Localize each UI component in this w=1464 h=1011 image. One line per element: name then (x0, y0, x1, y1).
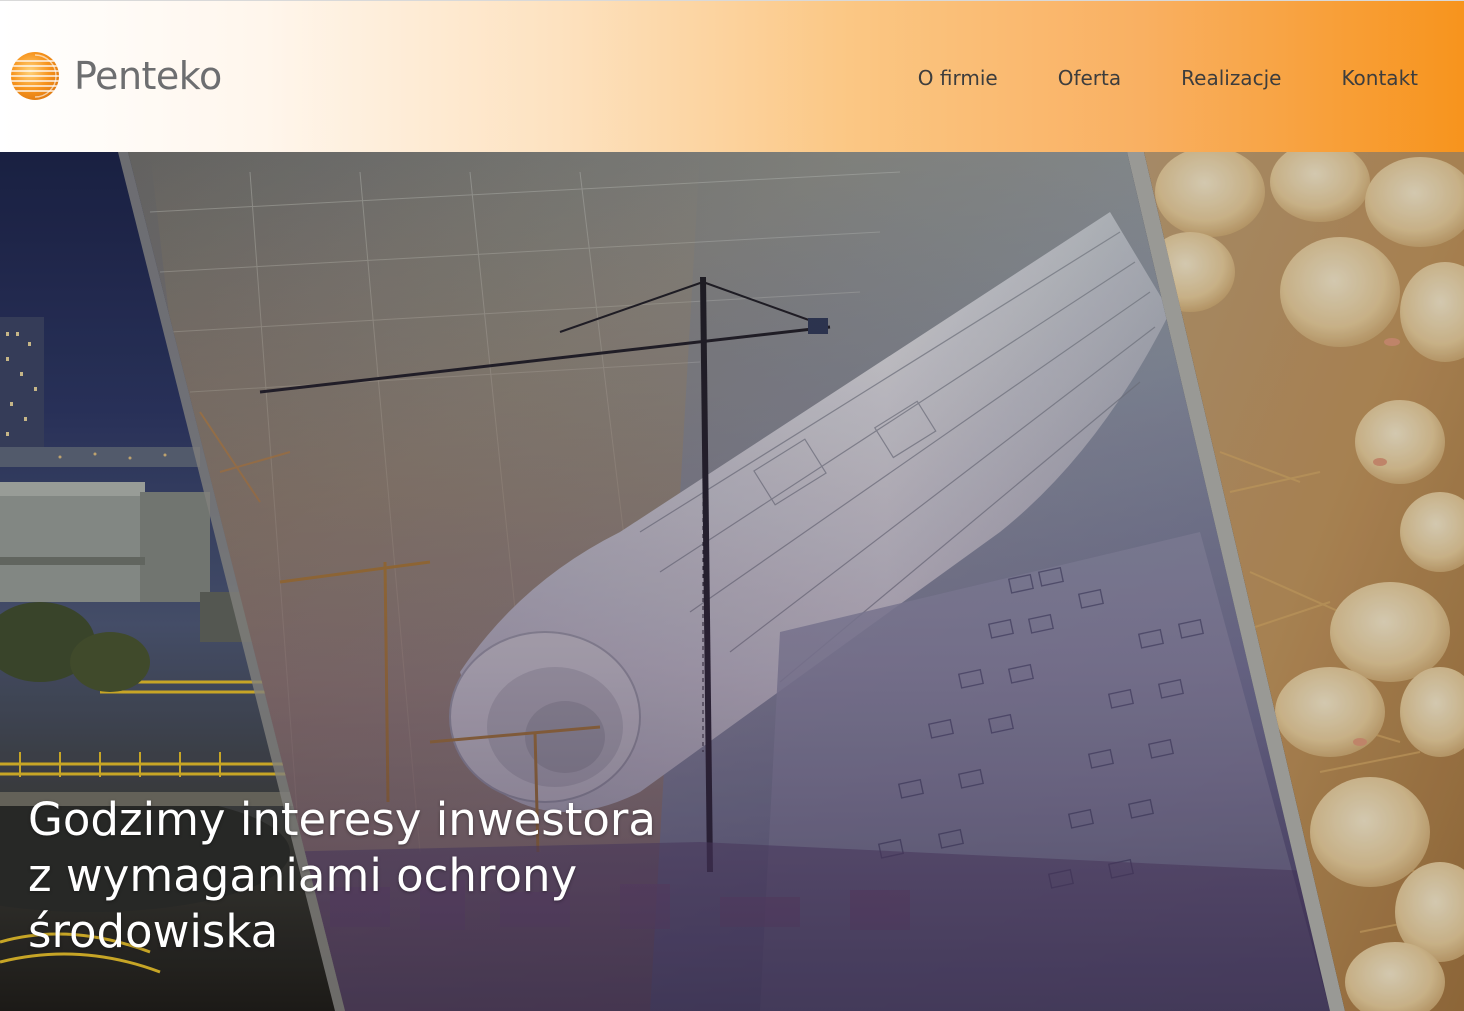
hero-headline: Godzimy interesy inwestora z wymaganiami… (28, 792, 788, 960)
hero-headline-line-2: z wymaganiami ochrony (28, 849, 578, 902)
nav-item-realizacje[interactable]: Realizacje (1181, 61, 1281, 95)
logo-link[interactable]: Penteko (10, 49, 222, 103)
hero-headline-line-1: Godzimy interesy inwestora (28, 793, 657, 846)
logo-sun-icon (11, 52, 59, 100)
nav-item-kontakt[interactable]: Kontakt (1341, 61, 1418, 95)
hero-banner: Godzimy interesy inwestora z wymaganiami… (0, 152, 1464, 1011)
main-nav: O firmie Oferta Realizacje Kontakt (918, 61, 1418, 95)
nav-item-o-firmie[interactable]: O firmie (918, 61, 998, 95)
site-header: Penteko O firmie Oferta Realizacje Konta… (0, 0, 1464, 152)
nav-item-oferta[interactable]: Oferta (1058, 61, 1121, 95)
hero-headline-line-3: środowiska (28, 905, 279, 958)
logo-text: Penteko (74, 54, 222, 98)
